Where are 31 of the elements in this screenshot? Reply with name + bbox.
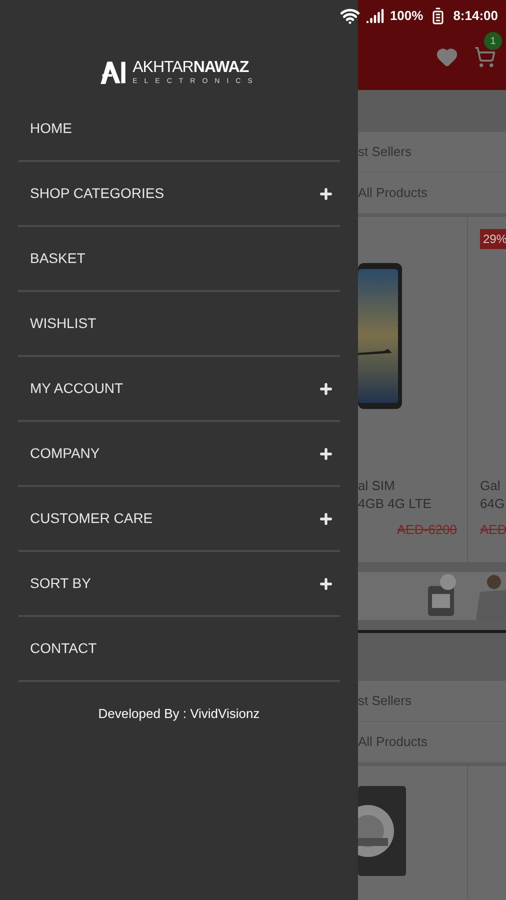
logo-icon (98, 60, 127, 85)
plus-icon (318, 576, 334, 592)
old-price: AED (479, 521, 506, 539)
menu-item[interactable]: BASKET (18, 227, 340, 292)
clock: 8:14:00 (453, 7, 498, 26)
plus-icon (318, 446, 334, 462)
plus-icon (318, 510, 334, 526)
product-name: al SIM (358, 477, 396, 495)
old-price: AED-6200 (397, 521, 458, 539)
menu-item[interactable]: CUSTOMER CARE (18, 487, 340, 552)
heart-icon[interactable] (436, 46, 458, 68)
developer-credit: Developed By : VividVisionz (97, 705, 261, 723)
wifi-icon (340, 6, 360, 26)
logo-name: AKHTARNAWAZ (132, 60, 250, 76)
menu-item[interactable]: SORT BY (18, 552, 340, 617)
battery-level: 100% (390, 7, 424, 26)
menu-item[interactable]: CONTACT (18, 617, 340, 682)
product-card[interactable] (358, 766, 468, 900)
menu-item[interactable]: HOME (18, 97, 340, 162)
menu-item[interactable]: WISHLIST (18, 292, 340, 357)
menu-item[interactable]: COMPANY (18, 422, 340, 487)
menu-item[interactable]: SHOP CATEGORIES (18, 162, 340, 227)
signal-icon (366, 7, 384, 25)
product-name: 4GB 4G LTE (358, 495, 432, 513)
cart-badge: 1 (484, 32, 502, 50)
plus-icon (318, 380, 334, 396)
plus-icon (318, 186, 334, 202)
product-name: 64G (479, 495, 506, 513)
product-name: Gal (479, 477, 502, 495)
menu-item[interactable]: MY ACCOUNT (18, 357, 340, 422)
cart-icon[interactable] (474, 46, 496, 68)
